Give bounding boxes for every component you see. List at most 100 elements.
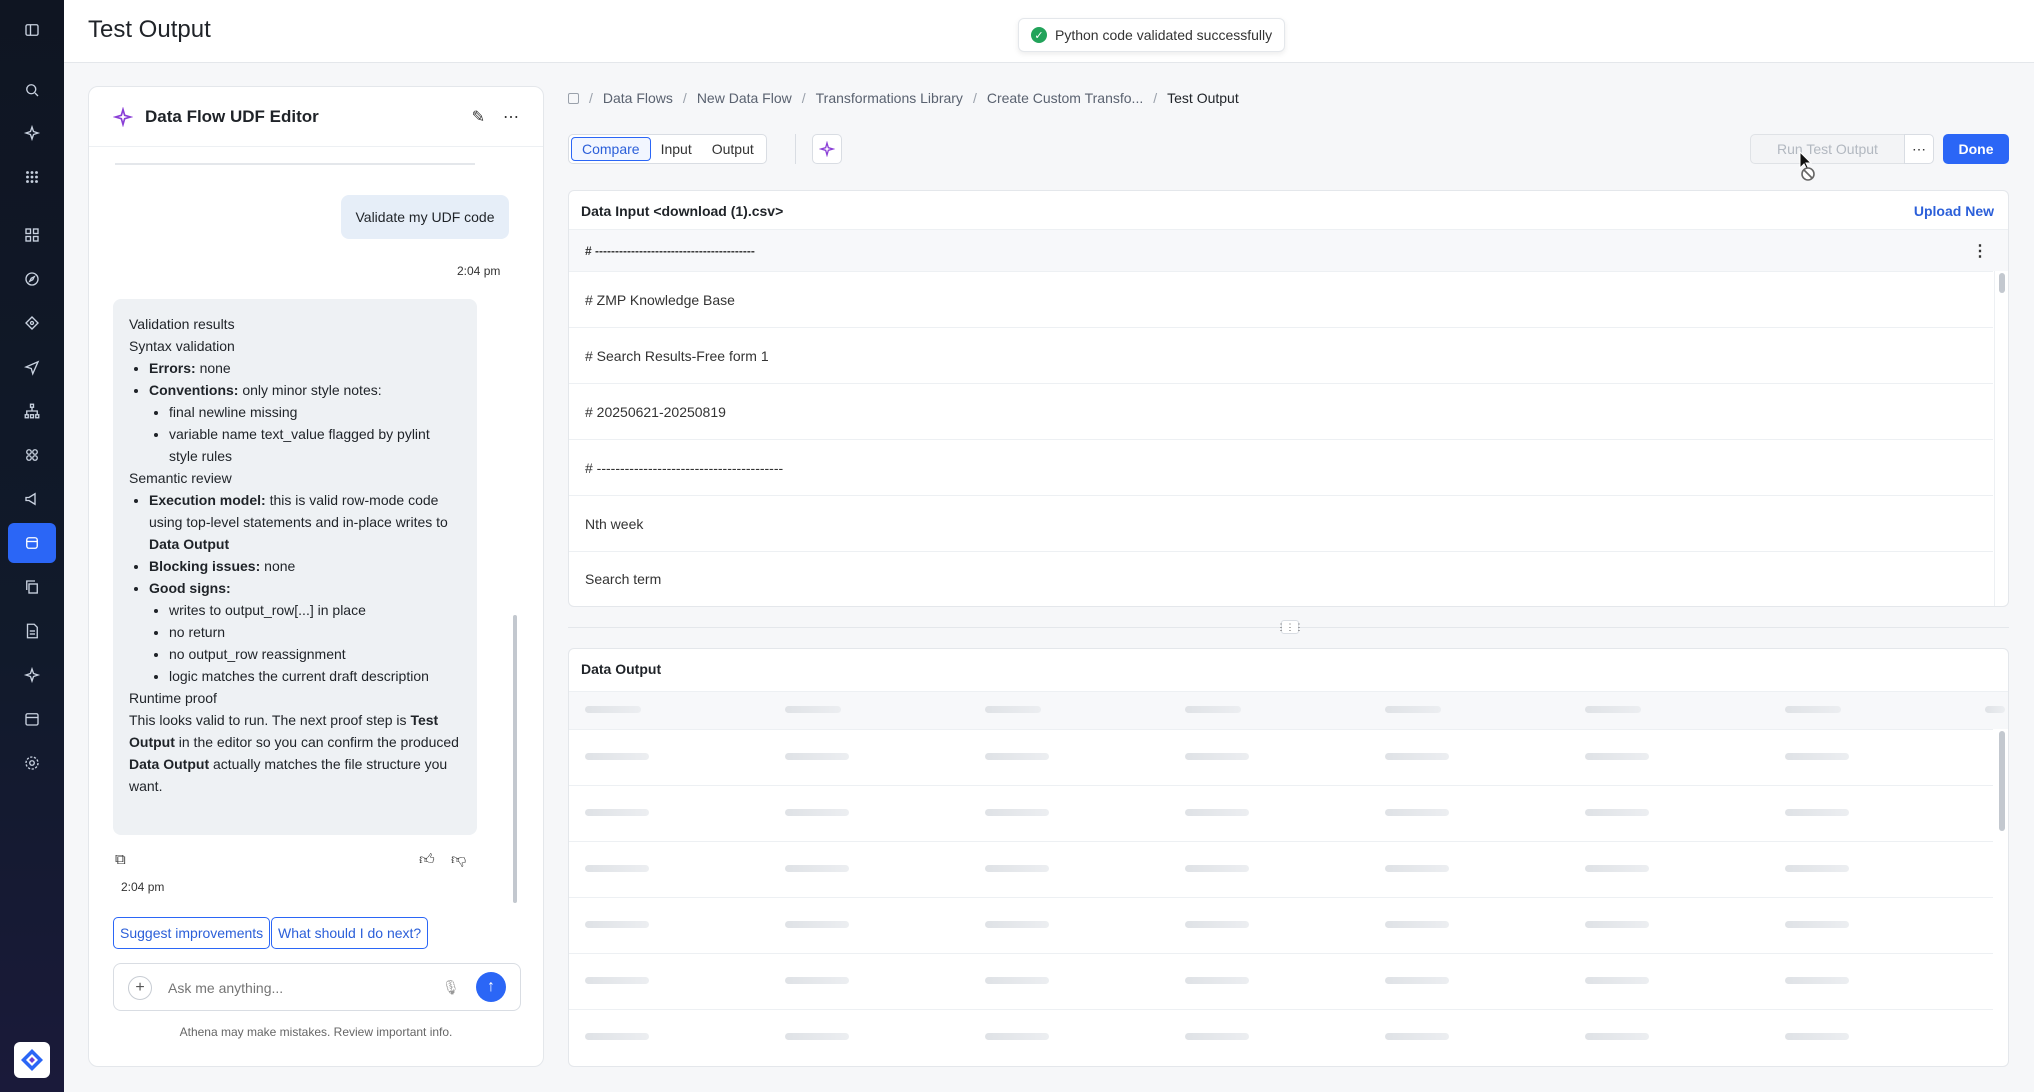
- text-validation-results: Validation results: [129, 316, 235, 332]
- tab-output[interactable]: Output: [702, 137, 764, 161]
- apps-grid-icon[interactable]: [8, 157, 56, 197]
- view-tabs: Compare Input Output: [568, 134, 767, 164]
- copy-docs-icon[interactable]: [8, 567, 56, 607]
- row-divider: [569, 1009, 1993, 1010]
- document-icon[interactable]: [8, 611, 56, 651]
- data-input-card: Data Input <download (1).csv> Upload New…: [568, 190, 2009, 607]
- skeleton-bar: [1385, 809, 1449, 816]
- data-output-card: Data Output: [568, 648, 2009, 1067]
- skeleton-bar: [585, 706, 641, 713]
- collapse-icon[interactable]: [8, 10, 56, 50]
- settings-icon[interactable]: [8, 743, 56, 783]
- thumbs-up-icon[interactable]: 👍︎: [419, 851, 435, 869]
- skeleton-bar: [1785, 921, 1849, 928]
- search-icon[interactable]: [8, 70, 56, 110]
- divider: [795, 134, 796, 164]
- skeleton-bar: [785, 809, 849, 816]
- skeleton-bar: [785, 753, 849, 760]
- row-divider: [569, 841, 1993, 842]
- ai-star-icon[interactable]: [8, 655, 56, 695]
- run-test-output-button[interactable]: Run Test Output: [1750, 134, 1905, 164]
- list-item: Errors: none: [149, 357, 461, 379]
- skeleton-bar: [1585, 753, 1649, 760]
- table-row: # --------------------------------------…: [569, 439, 1993, 495]
- sparkle-icon: [819, 141, 835, 157]
- app-logo[interactable]: [14, 1042, 50, 1078]
- table-row: Search term: [569, 551, 1993, 606]
- skeleton-bar: [985, 865, 1049, 872]
- component-icon[interactable]: [8, 435, 56, 475]
- resize-handle[interactable]: ⋮⋮⋮: [1277, 620, 1304, 634]
- column-menu-icon[interactable]: ⋮: [1972, 241, 1988, 261]
- tab-compare[interactable]: Compare: [571, 137, 651, 161]
- skeleton-bar: [1585, 921, 1649, 928]
- target-icon[interactable]: [8, 303, 56, 343]
- suggestion-chip[interactable]: Suggest improvements: [113, 917, 271, 949]
- skeleton-bar: [1785, 809, 1849, 816]
- row-divider: [569, 729, 1993, 730]
- thumbs-down-icon[interactable]: 👎︎: [451, 851, 466, 869]
- hierarchy-icon[interactable]: [8, 391, 56, 431]
- skeleton-bar: [1185, 865, 1249, 872]
- upload-new-link[interactable]: Upload New: [1914, 203, 1994, 219]
- message-timestamp: 2:04 pm: [121, 880, 165, 894]
- home-icon[interactable]: [568, 92, 579, 104]
- chat-input-box: + 🎙︎ ↑: [113, 963, 521, 1011]
- assistant-message: Validation results Syntax validation Err…: [113, 299, 477, 835]
- list-item: Conventions: only minor style notes: fin…: [149, 379, 461, 467]
- more-options-icon[interactable]: ⋯: [503, 107, 519, 127]
- chat-input[interactable]: [168, 977, 428, 999]
- table-row: # ZMP Knowledge Base: [569, 271, 1993, 327]
- output-scrollbar[interactable]: [1999, 731, 2005, 831]
- plus-icon[interactable]: +: [128, 976, 152, 1000]
- send-icon[interactable]: [8, 347, 56, 387]
- copy-icon[interactable]: ⧉: [115, 851, 126, 868]
- edit-icon[interactable]: ✎: [472, 107, 485, 127]
- microphone-icon[interactable]: 🎙︎: [442, 979, 460, 996]
- message-actions: ⧉ 👍︎ 👎︎: [115, 851, 475, 871]
- row-divider: [569, 953, 1993, 954]
- table-row: # 20250621-20250819: [569, 383, 1993, 439]
- skeleton-bar: [1785, 706, 1841, 713]
- skeleton-bar: [585, 921, 649, 928]
- breadcrumb-current: Test Output: [1167, 90, 1239, 106]
- ai-assist-button[interactable]: [812, 134, 842, 164]
- skeleton-bar: [1785, 1033, 1849, 1040]
- skeleton-bar: [585, 977, 649, 984]
- calendar-icon[interactable]: [8, 699, 56, 739]
- skeleton-bar: [985, 977, 1049, 984]
- table-header: # --------------------------------------…: [569, 229, 2008, 271]
- dashboard-icon[interactable]: [8, 215, 56, 255]
- skeleton-bar: [1585, 977, 1649, 984]
- skeleton-bar: [1185, 1033, 1249, 1040]
- breadcrumb-item[interactable]: Create Custom Transfo...: [987, 90, 1143, 106]
- list-item: variable name text_value flagged by pyli…: [169, 423, 461, 467]
- list-item: writes to output_row[...] in place: [169, 599, 461, 621]
- skeleton-bar: [785, 865, 849, 872]
- chat-scrollbar[interactable]: [513, 615, 517, 903]
- skeleton-bar: [1185, 753, 1249, 760]
- skeleton-bar: [985, 753, 1049, 760]
- database-icon[interactable]: [8, 523, 56, 563]
- sparkle-icon[interactable]: [8, 113, 56, 153]
- send-button[interactable]: ↑: [476, 972, 506, 1002]
- skeleton-bar: [1785, 865, 1849, 872]
- list-item: no return: [169, 621, 461, 643]
- tab-input[interactable]: Input: [651, 137, 702, 161]
- more-options-button[interactable]: ⋯: [1904, 134, 1934, 164]
- compass-icon[interactable]: [8, 259, 56, 299]
- header-cell: # --------------------------------------…: [585, 243, 755, 258]
- cursor-not-allowed-icon: [1798, 150, 1820, 187]
- suggestion-chip[interactable]: What should I do next?: [271, 917, 429, 949]
- toast-message: Python code validated successfully: [1055, 27, 1273, 43]
- breadcrumb-item[interactable]: Transformations Library: [816, 90, 963, 106]
- chat-panel: Data Flow UDF Editor ✎ ⋯ Validate my UDF…: [88, 86, 544, 1067]
- skeleton-bar: [585, 809, 649, 816]
- skeleton-bar: [1185, 977, 1249, 984]
- input-scrollbar[interactable]: [1999, 273, 2005, 293]
- megaphone-icon[interactable]: [8, 479, 56, 519]
- breadcrumb-item[interactable]: Data Flows: [603, 90, 673, 106]
- done-button[interactable]: Done: [1943, 134, 2009, 164]
- breadcrumb-item[interactable]: New Data Flow: [697, 90, 792, 106]
- skeleton-bar: [785, 921, 849, 928]
